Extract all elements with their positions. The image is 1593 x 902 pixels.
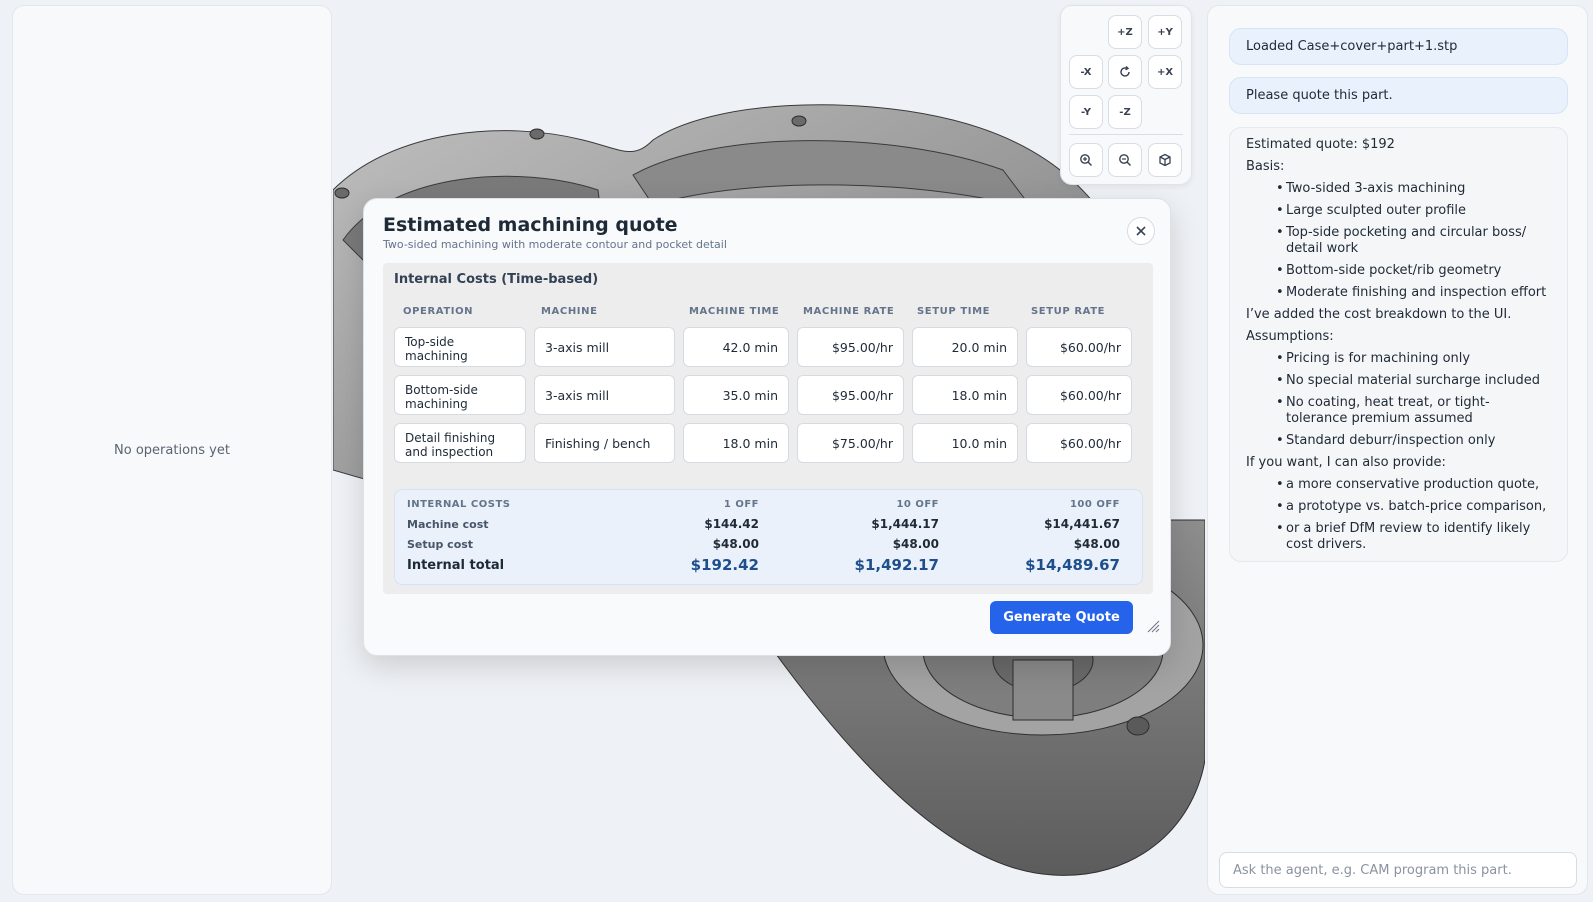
offers-list: a more conservative production quote, a … [1276,477,1551,553]
chat-panel: Loaded Case+cover+part+1.stp Please quot… [1207,5,1588,895]
setup-time-field[interactable]: 20.0 min [912,327,1018,367]
machine-field[interactable]: 3-axis mill [534,375,675,415]
zoom-out-icon [1119,154,1131,166]
assumptions-list: Pricing is for machining only No special… [1276,351,1551,449]
list-item: a more conservative production quote, [1276,477,1551,493]
column-header-machine: MACHINE [541,306,598,317]
operations-panel: No operations yet [12,5,332,895]
dialog-subtitle: Two-sided machining with moderate contou… [383,238,727,251]
setup-rate-field[interactable]: $60.00/hr [1026,423,1132,463]
view-minus-z-button[interactable]: -Z [1108,95,1142,129]
view-controls: +Z +Y -X +X -Y -Z [1060,5,1192,185]
column-header-operation: OPERATION [403,306,474,317]
totals-header-label: INTERNAL COSTS [407,499,511,510]
column-header-setup-time: SETUP TIME [917,306,991,317]
rotate-button[interactable] [1108,55,1142,89]
machine-time-field[interactable]: 42.0 min [683,327,789,367]
list-item: or a brief DfM review to identify likely… [1276,521,1551,553]
list-item: No special material surcharge included [1276,373,1551,389]
operation-field[interactable]: Top-side machining [394,327,526,367]
operation-field[interactable]: Detail finishing and inspection [394,423,526,463]
machine-time-field[interactable]: 18.0 min [683,423,789,463]
machine-rate-field[interactable]: $75.00/hr [797,423,904,463]
zoom-in-button[interactable] [1069,143,1103,177]
iso-view-icon [1159,153,1171,167]
column-header-machine-time: MACHINE TIME [689,306,780,317]
setup-time-field[interactable]: 10.0 min [912,423,1018,463]
internal-total-10: $1,492.17 [854,556,939,574]
close-button[interactable] [1127,217,1155,245]
machine-time-field[interactable]: 35.0 min [683,375,789,415]
close-icon [1136,226,1146,236]
qty-100-header: 100 OFF [1069,499,1120,510]
setup-cost-label: Setup cost [407,538,474,551]
basis-list: Two-sided 3-axis machining Large sculpte… [1276,181,1551,301]
list-item: a prototype vs. batch-price comparison, [1276,499,1551,515]
zoom-out-button[interactable] [1108,143,1142,177]
setup-cost-10: $48.00 [892,537,939,551]
resize-handle-icon[interactable] [1146,619,1160,633]
zoom-in-icon [1080,154,1092,166]
no-operations-text: No operations yet [114,442,230,458]
machine-field[interactable]: 3-axis mill [534,327,675,367]
view-minus-y-button[interactable]: -Y [1069,95,1103,129]
basis-label: Basis: [1246,159,1285,174]
added-line: I’ve added the cost breakdown to the UI. [1246,307,1512,322]
column-header-machine-rate: MACHINE RATE [803,306,895,317]
offer-line: If you want, I can also provide: [1246,455,1446,470]
view-plus-z-button[interactable]: +Z [1108,15,1142,49]
list-item: Moderate finishing and inspection effort [1276,285,1551,301]
machine-rate-field[interactable]: $95.00/hr [797,375,904,415]
setup-rate-field[interactable]: $60.00/hr [1026,375,1132,415]
view-plus-x-button[interactable]: +X [1148,55,1182,89]
list-item: Standard deburr/inspection only [1276,433,1551,449]
list-item: Bottom-side pocket/rib geometry [1276,263,1551,279]
rotate-icon [1120,66,1130,77]
view-minus-x-button[interactable]: -X [1069,55,1103,89]
assumptions-label: Assumptions: [1246,329,1334,344]
view-plus-y-button[interactable]: +Y [1148,15,1182,49]
internal-costs-section: Internal Costs (Time-based) OPERATION MA… [383,263,1153,594]
iso-view-button[interactable] [1148,143,1182,177]
machine-field[interactable]: Finishing / bench [534,423,675,463]
internal-total-label: Internal total [407,558,505,573]
machine-cost-10: $1,444.17 [871,517,939,531]
internal-total-1: $192.42 [690,556,759,574]
list-item: No coating, heat treat, or tight-toleran… [1276,395,1551,427]
user-message: Please quote this part. [1229,77,1568,114]
qty-10-header: 10 OFF [896,499,939,510]
machine-rate-field[interactable]: $95.00/hr [797,327,904,367]
agent-message: Estimated quote: $192 Basis: Two-sided 3… [1229,127,1568,562]
setup-cost-1: $48.00 [712,537,759,551]
internal-total-100: $14,489.67 [1025,556,1120,574]
user-message: Loaded Case+cover+part+1.stp [1229,28,1568,65]
divider [1069,134,1183,135]
machine-cost-1: $144.42 [704,517,759,531]
list-item: Large sculpted outer profile [1276,203,1551,219]
operation-field[interactable]: Bottom-side machining [394,375,526,415]
column-header-setup-rate: SETUP RATE [1031,306,1106,317]
totals-summary: INTERNAL COSTS 1 OFF 10 OFF 100 OFF Mach… [394,489,1143,585]
list-item: Top-side pocketing and circular boss/ de… [1276,225,1551,257]
setup-rate-field[interactable]: $60.00/hr [1026,327,1132,367]
section-title: Internal Costs (Time-based) [394,272,599,287]
qty-1-header: 1 OFF [723,499,759,510]
setup-time-field[interactable]: 18.0 min [912,375,1018,415]
machine-cost-100: $14,441.67 [1044,517,1120,531]
chat-input[interactable] [1219,852,1577,888]
generate-quote-button[interactable]: Generate Quote [990,601,1133,634]
quote-line: Estimated quote: $192 [1246,137,1395,152]
list-item: Pricing is for machining only [1276,351,1551,367]
setup-cost-100: $48.00 [1073,537,1120,551]
dialog-title: Estimated machining quote [383,214,678,236]
quote-dialog: Estimated machining quote Two-sided mach… [363,198,1171,656]
list-item: Two-sided 3-axis machining [1276,181,1551,197]
machine-cost-label: Machine cost [407,518,489,531]
